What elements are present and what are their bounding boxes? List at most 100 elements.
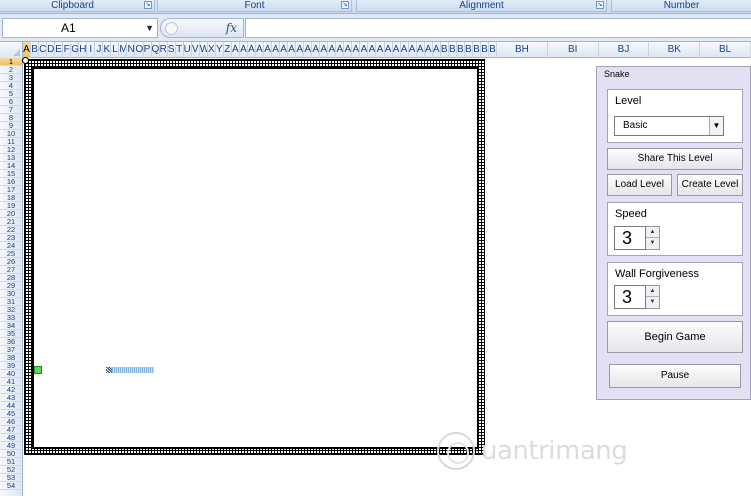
row-header[interactable]: 8 <box>0 114 22 122</box>
column-header[interactable]: K <box>103 42 112 58</box>
ribbon-group-number[interactable]: Number <box>611 0 751 12</box>
row-header[interactable]: 49 <box>0 442 22 450</box>
dialog-launcher-icon[interactable]: ↘ <box>341 1 349 9</box>
row-header[interactable]: 1 <box>0 58 22 66</box>
dialog-launcher-icon[interactable]: ↘ <box>596 1 604 9</box>
column-header[interactable]: Q <box>152 42 160 58</box>
row-header[interactable]: 25 <box>0 250 22 258</box>
name-box[interactable]: A1 ▼ <box>2 18 158 38</box>
row-header[interactable]: 38 <box>0 354 22 362</box>
row-header[interactable]: 2 <box>0 66 22 74</box>
expand-handle-icon[interactable] <box>165 22 178 35</box>
speed-stepper[interactable]: ▲ ▼ <box>646 226 660 250</box>
column-header[interactable]: A <box>336 42 345 58</box>
column-header[interactable]: T <box>176 42 184 58</box>
column-header[interactable]: A <box>352 42 361 58</box>
column-header[interactable]: A <box>320 42 329 58</box>
column-header[interactable]: A <box>401 42 409 58</box>
column-header[interactable]: L <box>111 42 120 58</box>
decrement-arrow-icon[interactable]: ▼ <box>646 238 659 249</box>
chevron-down-icon[interactable]: ▼ <box>145 19 154 37</box>
column-header[interactable]: W <box>200 42 208 58</box>
row-header[interactable]: 48 <box>0 434 22 442</box>
column-header[interactable]: A <box>376 42 385 58</box>
insert-function-icon[interactable]: fx <box>226 21 237 35</box>
increment-arrow-icon[interactable]: ▲ <box>646 227 659 238</box>
column-header[interactable]: B <box>31 42 40 58</box>
decrement-arrow-icon[interactable]: ▼ <box>646 297 659 308</box>
column-header[interactable]: B <box>457 42 465 58</box>
row-header[interactable]: 50 <box>0 450 22 458</box>
row-header[interactable]: 37 <box>0 346 22 354</box>
column-header[interactable]: S <box>168 42 176 58</box>
column-header[interactable]: C <box>39 42 48 58</box>
column-header[interactable]: N <box>127 42 136 58</box>
row-header[interactable]: 30 <box>0 290 22 298</box>
column-header[interactable]: E <box>55 42 64 58</box>
column-header[interactable]: A <box>393 42 401 58</box>
column-header[interactable]: X <box>208 42 216 58</box>
column-header[interactable]: A <box>368 42 377 58</box>
column-header[interactable]: A <box>409 42 417 58</box>
column-header[interactable]: B <box>449 42 457 58</box>
column-header[interactable]: B <box>465 42 473 58</box>
column-header[interactable]: A <box>23 42 32 58</box>
row-header[interactable]: 15 <box>0 170 22 178</box>
wall-forgiveness-stepper[interactable]: ▲ ▼ <box>646 285 660 309</box>
column-header[interactable]: R <box>160 42 168 58</box>
row-header[interactable]: 34 <box>0 322 22 330</box>
row-header[interactable]: 43 <box>0 394 22 402</box>
share-level-button[interactable]: Share This Level <box>607 148 743 170</box>
row-header[interactable]: 45 <box>0 410 22 418</box>
load-level-button[interactable]: Load Level <box>607 174 672 196</box>
row-header[interactable]: 54 <box>0 482 22 490</box>
row-header[interactable]: 6 <box>0 98 22 106</box>
column-header[interactable]: BH <box>497 42 548 58</box>
ribbon-group-clipboard[interactable]: Clipboard ↘ <box>0 0 155 12</box>
level-dropdown[interactable]: Basic ▼ <box>614 116 724 136</box>
row-header[interactable]: 18 <box>0 194 22 202</box>
column-header[interactable]: A <box>272 42 281 58</box>
ribbon-group-font[interactable]: Font ↘ <box>157 0 352 12</box>
column-header[interactable]: U <box>184 42 192 58</box>
column-header[interactable]: A <box>417 42 425 58</box>
column-header[interactable]: BL <box>700 42 751 58</box>
column-header[interactable]: A <box>280 42 289 58</box>
row-header[interactable]: 28 <box>0 274 22 282</box>
row-header[interactable]: 24 <box>0 242 22 250</box>
column-header[interactable]: O <box>135 42 144 58</box>
column-header[interactable]: D <box>47 42 56 58</box>
column-header[interactable]: A <box>296 42 305 58</box>
column-header[interactable]: G <box>71 42 80 58</box>
row-header[interactable]: 44 <box>0 402 22 410</box>
row-header[interactable]: 35 <box>0 330 22 338</box>
column-header[interactable]: Y <box>216 42 224 58</box>
row-header[interactable]: 39 <box>0 362 22 370</box>
row-header[interactable]: 5 <box>0 90 22 98</box>
begin-game-button[interactable]: Begin Game <box>607 321 743 353</box>
row-header[interactable]: 22 <box>0 226 22 234</box>
column-header[interactable]: A <box>264 42 273 58</box>
column-header[interactable]: A <box>232 42 240 58</box>
row-header[interactable]: 33 <box>0 314 22 322</box>
column-header[interactable]: J <box>95 42 104 58</box>
column-header[interactable]: A <box>304 42 313 58</box>
formula-input[interactable] <box>245 18 751 38</box>
row-header[interactable]: 36 <box>0 338 22 346</box>
row-header[interactable]: 21 <box>0 218 22 226</box>
row-header[interactable]: 10 <box>0 130 22 138</box>
column-header[interactable]: B <box>481 42 489 58</box>
row-header[interactable]: 9 <box>0 122 22 130</box>
row-header[interactable]: 27 <box>0 266 22 274</box>
pause-button[interactable]: Pause <box>609 364 741 388</box>
row-header[interactable]: 52 <box>0 466 22 474</box>
row-header[interactable]: 31 <box>0 298 22 306</box>
row-header[interactable]: 14 <box>0 162 22 170</box>
row-header[interactable]: 17 <box>0 186 22 194</box>
row-header[interactable]: 40 <box>0 370 22 378</box>
row-header[interactable]: 13 <box>0 154 22 162</box>
empty-cells-region[interactable] <box>23 455 485 496</box>
column-header[interactable]: A <box>248 42 256 58</box>
row-header[interactable]: 4 <box>0 82 22 90</box>
column-header[interactable]: BK <box>649 42 701 58</box>
